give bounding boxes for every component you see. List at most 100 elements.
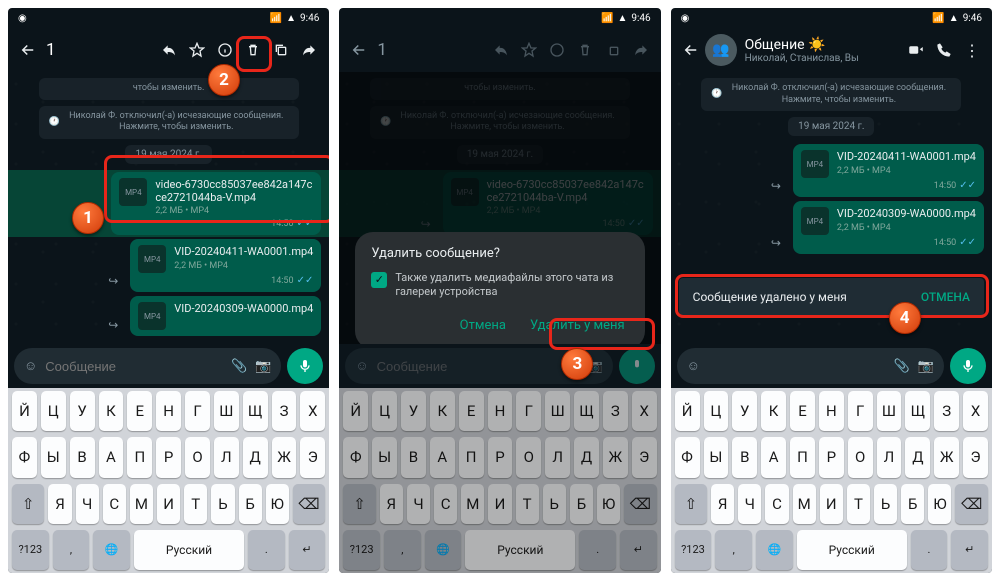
key[interactable]: П — [127, 437, 152, 477]
key[interactable]: Е — [127, 391, 152, 431]
key[interactable]: З — [272, 391, 297, 431]
key[interactable]: У — [401, 391, 426, 431]
key[interactable]: Я — [380, 484, 403, 524]
key[interactable]: В — [732, 437, 757, 477]
key[interactable]: Б — [901, 484, 924, 524]
system-message[interactable]: чтобы изменить. — [39, 78, 299, 100]
key[interactable]: В — [401, 437, 426, 477]
key[interactable]: Ж — [272, 437, 297, 477]
key[interactable]: Т — [516, 484, 539, 524]
key[interactable]: К — [99, 391, 124, 431]
key[interactable]: К — [430, 391, 455, 431]
key[interactable]: В — [70, 437, 95, 477]
key[interactable]: М — [793, 484, 816, 524]
key[interactable]: Н — [488, 391, 513, 431]
key[interactable]: Б — [239, 484, 262, 524]
message-row[interactable]: ↪ MP4 VID-20240411-WA0001.mp4 2,2 МБ • M… — [8, 237, 329, 294]
key[interactable]: Ш — [214, 391, 239, 431]
dialog-delete-for-me-button[interactable]: Удалить у меня — [526, 312, 629, 339]
message-row[interactable]: ↪ MP4 video-6730cc85037ee842a147cce27210… — [8, 170, 329, 237]
key[interactable]: Б — [570, 484, 593, 524]
key[interactable]: Ф — [675, 437, 700, 477]
key[interactable]: Н — [156, 391, 181, 431]
key[interactable]: Ш — [877, 391, 902, 431]
key-backspace[interactable]: ⌫ — [955, 484, 987, 524]
key[interactable]: Т — [847, 484, 870, 524]
key-numbers[interactable]: ?123 — [12, 530, 49, 570]
key-period[interactable]: . — [248, 530, 285, 570]
key[interactable]: Х — [963, 391, 988, 431]
delete-button[interactable] — [239, 36, 267, 64]
forward-icon[interactable]: ↪ — [765, 232, 787, 254]
key[interactable]: Й — [12, 391, 37, 431]
key[interactable]: Ч — [76, 484, 99, 524]
dialog-cancel-button[interactable]: Отмена — [456, 312, 510, 339]
key[interactable]: С — [765, 484, 788, 524]
message-bubble[interactable]: MP4 VID-20240411-WA0001.mp4 2,2 МБ • MP4… — [130, 239, 321, 292]
key[interactable]: Ш — [545, 391, 570, 431]
key[interactable]: Х — [300, 391, 325, 431]
key[interactable]: Ч — [407, 484, 430, 524]
key-lang[interactable]: 🌐 — [93, 530, 130, 570]
message-input-wrap[interactable]: ☺ 📎 📷 — [14, 348, 281, 384]
key[interactable]: Э — [632, 437, 657, 477]
dialog-checkbox-row[interactable]: ✓ Также удалить медиафайлы этого чата из… — [371, 271, 628, 300]
key[interactable]: Ж — [934, 437, 959, 477]
mic-button[interactable] — [287, 348, 323, 384]
key[interactable]: Л — [545, 437, 570, 477]
message-input[interactable] — [45, 359, 223, 374]
message-bubble[interactable]: MP4 VID-20240309-WA0000.mp4 — [130, 296, 321, 336]
key[interactable]: Ю — [266, 484, 289, 524]
key[interactable]: Й — [343, 391, 368, 431]
key[interactable]: Ь — [543, 484, 566, 524]
key[interactable]: Г — [848, 391, 873, 431]
forward-icon[interactable]: ↪ — [102, 314, 124, 336]
key[interactable]: П — [459, 437, 484, 477]
key[interactable]: Я — [711, 484, 734, 524]
key[interactable]: Е — [459, 391, 484, 431]
star-button[interactable] — [183, 36, 211, 64]
keyboard[interactable]: ЙЦУКЕНГШЩЗХ ФЫВАПРОЛДЖЭ ⇧ЯЧСМИТЬБЮ⌫ ?123… — [671, 388, 992, 573]
key[interactable]: Ы — [704, 437, 729, 477]
message-row[interactable]: ↪ MP4 VID-20240309-WA0000.mp4 — [8, 294, 329, 338]
key[interactable]: Ч — [738, 484, 761, 524]
camera-icon[interactable]: 📷 — [918, 359, 934, 374]
key[interactable]: Й — [675, 391, 700, 431]
back-button[interactable] — [345, 36, 373, 64]
key[interactable]: Р — [488, 437, 513, 477]
key[interactable]: Р — [819, 437, 844, 477]
key[interactable]: Л — [877, 437, 902, 477]
key[interactable]: П — [790, 437, 815, 477]
key-numbers[interactable]: ?123 — [675, 530, 712, 570]
key[interactable]: Ф — [12, 437, 37, 477]
key[interactable]: Д — [574, 437, 599, 477]
key[interactable]: А — [430, 437, 455, 477]
key[interactable]: Щ — [574, 391, 599, 431]
key-backspace[interactable]: ⌫ — [293, 484, 325, 524]
mic-button[interactable] — [950, 348, 986, 384]
info-button[interactable] — [211, 36, 239, 64]
key[interactable]: А — [99, 437, 124, 477]
back-button[interactable] — [14, 36, 42, 64]
keyboard[interactable]: ЙЦУКЕНГШЩЗХ ФЫВАПРОЛДЖЭ ⇧ЯЧСМИТЬБЮ⌫ ?123… — [8, 388, 329, 573]
key[interactable]: Ь — [874, 484, 897, 524]
key-shift[interactable]: ⇧ — [12, 484, 44, 524]
key[interactable]: З — [603, 391, 628, 431]
key[interactable]: Г — [516, 391, 541, 431]
key[interactable]: О — [516, 437, 541, 477]
key[interactable]: О — [848, 437, 873, 477]
key-enter[interactable]: ↵ — [289, 530, 326, 570]
key[interactable]: Г — [185, 391, 210, 431]
message-row[interactable]: ↪ MP4VID-20240309-WA0000.mp42,2 МБ • MP4… — [671, 199, 992, 256]
key[interactable]: Х — [632, 391, 657, 431]
forward-icon[interactable]: ↪ — [102, 270, 124, 292]
key[interactable]: Л — [214, 437, 239, 477]
key-comma[interactable]: , — [53, 530, 90, 570]
menu-button[interactable]: ⋮ — [958, 36, 986, 64]
snackbar-undo-button[interactable]: ОТМЕНА — [921, 290, 970, 304]
key[interactable]: О — [185, 437, 210, 477]
message-input[interactable] — [708, 359, 886, 374]
emoji-icon[interactable]: ☺ — [24, 358, 37, 374]
key[interactable]: Ж — [603, 437, 628, 477]
message-bubble[interactable]: MP4VID-20240411-WA0001.mp42,2 МБ • MP4 1… — [793, 144, 984, 197]
